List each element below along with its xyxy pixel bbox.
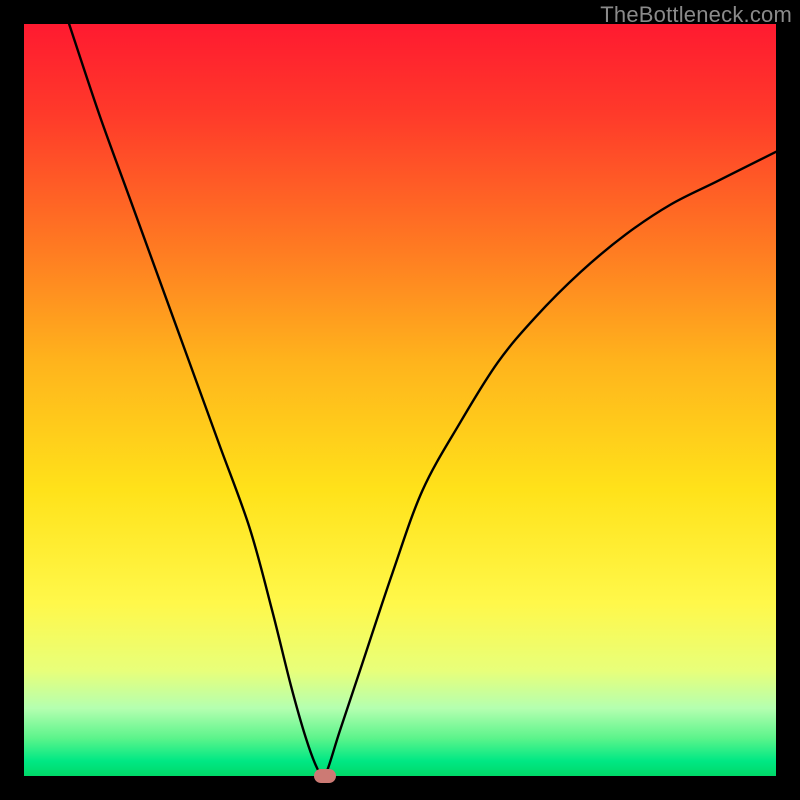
curve-svg: [24, 24, 776, 776]
bottleneck-curve: [69, 24, 776, 776]
chart-frame: TheBottleneck.com: [0, 0, 800, 800]
minimum-marker: [314, 769, 336, 783]
plot-area: [24, 24, 776, 776]
